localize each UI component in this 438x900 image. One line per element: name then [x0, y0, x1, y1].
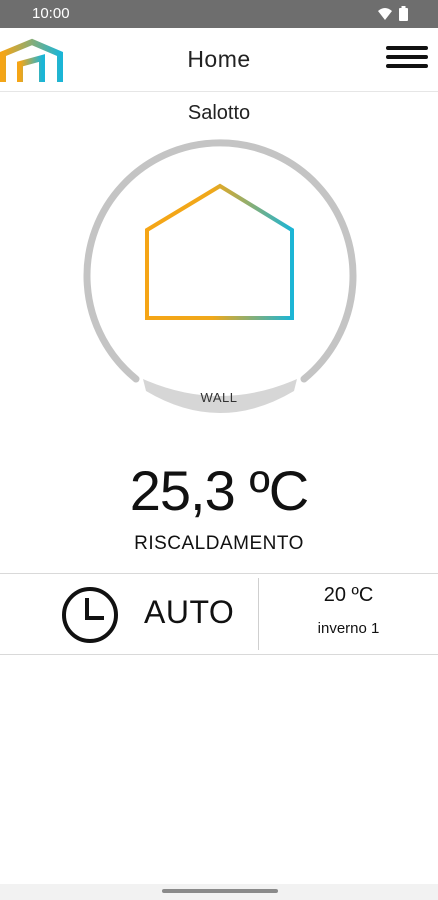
device-label: WALL	[200, 390, 238, 405]
clock-icon	[62, 587, 118, 643]
hamburger-menu-icon[interactable]	[386, 42, 428, 76]
wifi-icon	[378, 7, 392, 20]
dial-ring	[83, 139, 357, 383]
thermostat-dial[interactable]	[80, 135, 360, 425]
home-gesture-handle[interactable]	[162, 889, 278, 893]
status-time: 10:00	[32, 5, 70, 22]
current-temperature: 25,3 ºC	[129, 459, 309, 522]
page-title: Home	[187, 46, 251, 72]
heating-mode: RISCALDAMENTO	[134, 533, 304, 554]
app-bar: Home	[0, 28, 438, 92]
system-nav-bar	[0, 884, 438, 900]
house-outline-icon	[145, 183, 294, 320]
room-name: Salotto	[187, 102, 251, 124]
program-row[interactable]: AUTO 20 ºC inverno 1	[0, 573, 438, 655]
battery-icon	[399, 6, 408, 21]
setpoint-temperature: 20 ºC	[323, 584, 374, 606]
status-bar: 10:00	[0, 0, 438, 28]
program-mode-label: AUTO	[144, 594, 235, 630]
status-icons	[377, 6, 408, 21]
program-name: inverno 1	[317, 620, 380, 637]
